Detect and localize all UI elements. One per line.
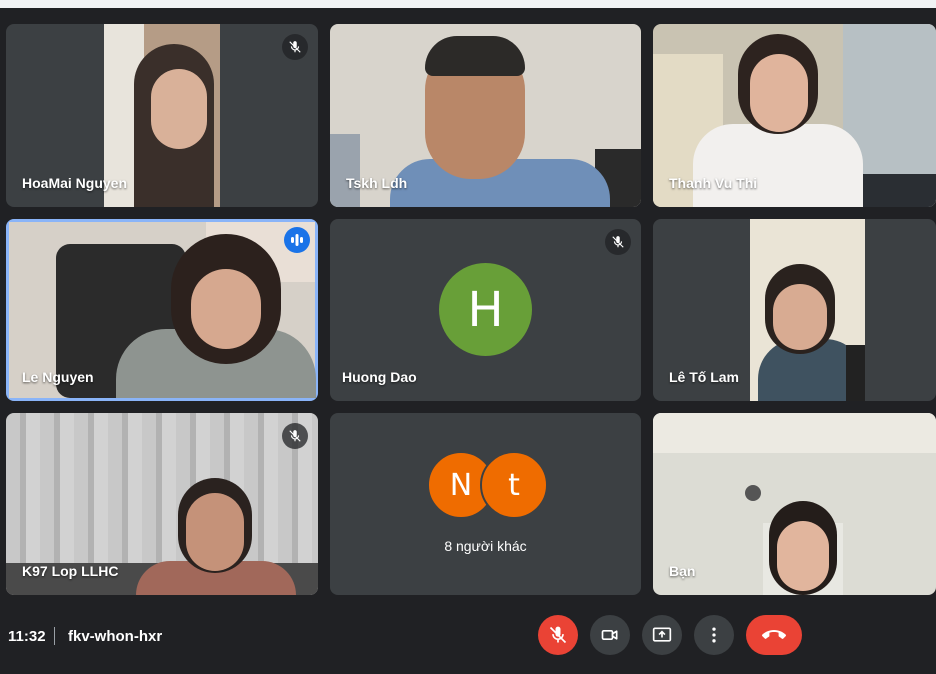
participant-tile-le-to-lam[interactable]: Lê Tố Lam: [653, 219, 936, 401]
mic-off-badge: [282, 34, 308, 60]
present-screen-button[interactable]: [642, 615, 682, 655]
participant-tile-huong-dao[interactable]: H Huong Dao: [330, 219, 641, 401]
more-options-icon: [712, 627, 716, 643]
mic-off-icon: [289, 430, 301, 442]
avatar: H: [439, 263, 532, 356]
avatar: t: [480, 451, 548, 519]
participant-name: HoaMai Nguyen: [22, 175, 128, 191]
mic-off-icon: [612, 236, 624, 248]
participant-name: K97 Lop LLHC: [22, 563, 119, 579]
participant-tile-le-nguyen[interactable]: Le Nguyen: [6, 219, 318, 401]
participant-tile-hoamai-nguyen[interactable]: HoaMai Nguyen: [6, 24, 318, 207]
participant-name: Bạn: [669, 563, 696, 579]
divider: [54, 627, 55, 645]
participant-tile-self[interactable]: Bạn: [653, 413, 936, 595]
participant-name: Huong Dao: [342, 369, 417, 385]
participant-tile-thanh-vu-thi[interactable]: Thanh Vu Thi: [653, 24, 936, 207]
mic-off-icon: [549, 626, 567, 644]
speaking-indicator: [284, 227, 310, 253]
mic-off-badge: [605, 229, 631, 255]
others-count-label: 8 người khác: [444, 538, 527, 554]
participant-name: Le Nguyen: [22, 369, 94, 385]
camera-icon: [601, 630, 618, 640]
meeting-time: 11:32: [8, 628, 46, 645]
participant-tile-k97-lop-llhc[interactable]: K97 Lop LLHC: [6, 413, 318, 595]
mic-off-icon: [289, 41, 301, 53]
mic-toggle-button[interactable]: [538, 615, 578, 655]
top-strip: [0, 0, 936, 8]
mic-off-badge: [282, 423, 308, 449]
participant-name: Tskh Ldh: [346, 175, 408, 191]
more-options-button[interactable]: [694, 615, 734, 655]
end-call-icon: [762, 630, 786, 639]
end-call-button[interactable]: [746, 615, 802, 655]
present-screen-icon: [652, 627, 672, 642]
participant-name: Lê Tố Lam: [669, 369, 740, 385]
audio-wave-icon: [291, 234, 303, 246]
participant-tile-tskh-ldh[interactable]: Tskh Ldh: [330, 24, 641, 207]
participant-name: Thanh Vu Thi: [669, 175, 758, 191]
camera-toggle-button[interactable]: [590, 615, 630, 655]
meeting-code: fkv-whon-hxr: [68, 628, 163, 645]
participant-tile-others[interactable]: N t 8 người khác: [330, 413, 641, 595]
